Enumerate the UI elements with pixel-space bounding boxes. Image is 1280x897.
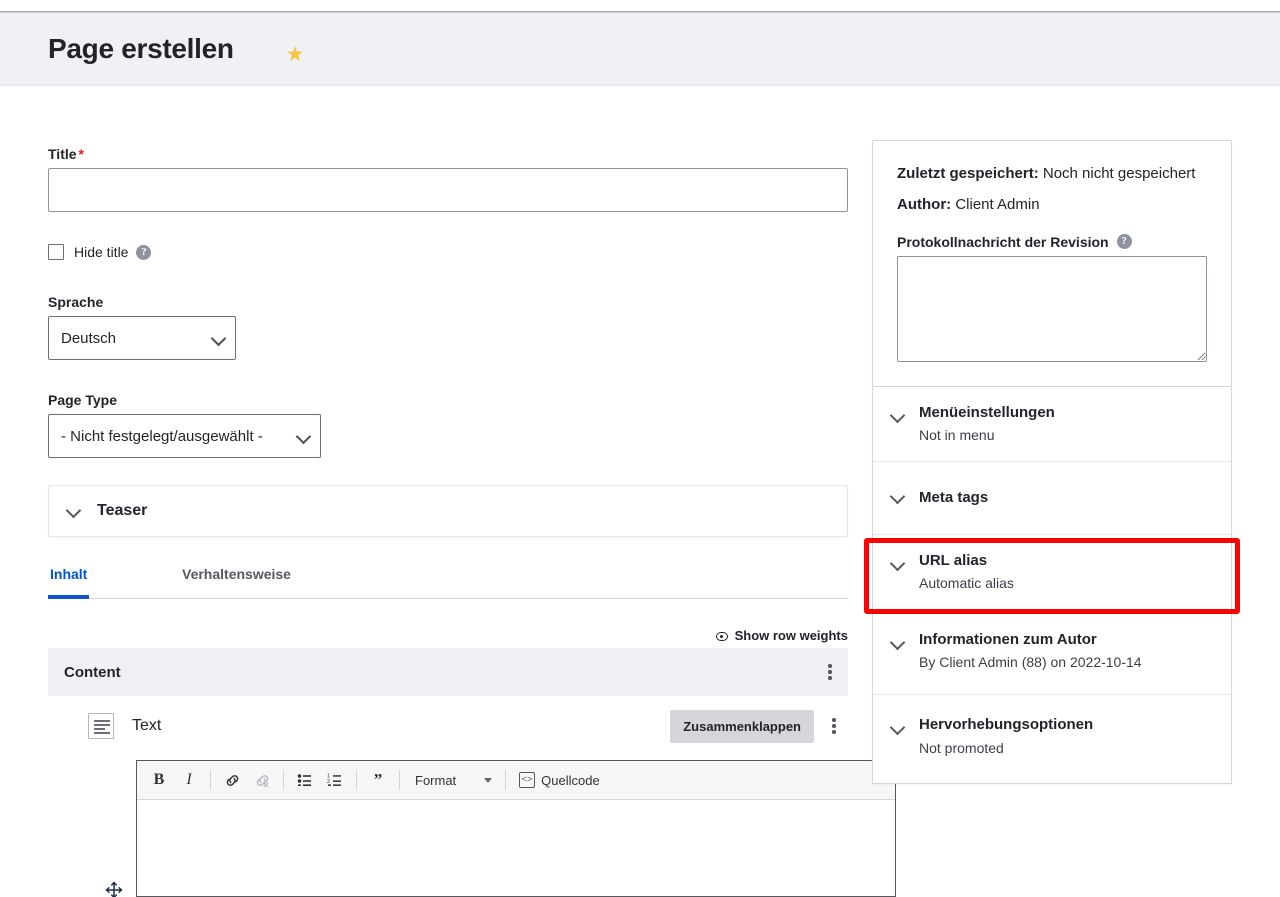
numbered-list-icon[interactable]: 1 2 <box>321 766 349 794</box>
form-tabs: Inhalt Verhaltensweise <box>48 555 848 599</box>
hide-title-checkbox[interactable] <box>48 244 64 260</box>
help-icon[interactable]: ? <box>1116 234 1132 250</box>
format-dropdown[interactable]: Format <box>407 766 498 794</box>
language-select-wrap: Deutsch <box>48 316 236 360</box>
eye-icon <box>715 631 729 641</box>
revision-log-label: Protokollnachricht der Revision <box>897 233 1109 250</box>
author-label: Author: <box>897 196 952 214</box>
revision-log-label-row: Protokollnachricht der Revision ? <box>897 234 1207 250</box>
collapse-button[interactable]: Zusammenklappen <box>670 709 814 743</box>
toolbar-separator <box>505 770 507 790</box>
page-type-select[interactable]: - Nicht festgelegt/ausgewählt - <box>48 414 321 458</box>
sidebar-item-title: Hervorhebungsoptionen <box>919 716 1094 734</box>
chevron-down-icon <box>484 777 493 783</box>
revision-log-textarea[interactable] <box>897 255 1207 362</box>
sidebar-item-title: URL alias <box>919 551 988 569</box>
tab-inhalt[interactable]: Inhalt <box>48 555 90 599</box>
sidebar-item-title: Meta tags <box>919 488 989 506</box>
toolbar-separator <box>210 770 211 790</box>
title-field-group: Title * <box>48 146 848 212</box>
page-header: Page erstellen ★ <box>0 13 1280 86</box>
star-icon[interactable]: ★ <box>284 44 306 66</box>
chevron-down-icon <box>891 721 905 735</box>
chevron-down-icon <box>891 636 905 650</box>
unlink-icon[interactable] <box>248 766 276 794</box>
sidebar-item-summary: By Client Admin (88) on 2022-10-14 <box>919 654 1142 671</box>
sidebar-item-promotion-options[interactable]: Hervorhebungsoptionen Not promoted <box>873 695 1231 784</box>
sidebar-item-author-information[interactable]: Informationen zum Autor By Client Admin … <box>873 610 1231 696</box>
cut-off-breadcrumb-strip <box>0 0 1280 11</box>
page-type-select-wrap: - Nicht festgelegt/ausgewählt - <box>48 414 321 458</box>
language-label: Sprache <box>48 294 104 310</box>
page-root: Page erstellen ★ Title * Hide title ? Spr… <box>0 0 1280 897</box>
chevron-down-icon <box>67 504 81 518</box>
page-type-label: Page Type <box>48 392 117 408</box>
blockquote-icon[interactable]: ” <box>364 766 392 794</box>
language-field-group: Sprache Deutsch <box>48 294 236 360</box>
last-saved-line: Zuletzt gespeichert: Noch nicht gespeich… <box>897 163 1207 184</box>
title-input[interactable] <box>48 168 848 212</box>
title-label-text: Title <box>48 146 77 162</box>
breadcrumb-fragment-right <box>1100 0 1103 4</box>
page-title: Page erstellen <box>48 33 234 64</box>
paragraph-type-label: Text <box>132 717 162 734</box>
bulleted-list-icon[interactable] <box>291 766 319 794</box>
sidebar-item-meta-tags[interactable]: Meta tags <box>873 461 1231 535</box>
paragraph-menu-icon[interactable] <box>832 716 836 736</box>
source-code-label: Quellcode <box>541 772 600 788</box>
last-saved-value: Noch nicht gespeichert <box>1042 165 1196 182</box>
sidebar-item-title: Informationen zum Autor <box>919 631 1097 649</box>
paragraph-row: Text Zusammenklappen <box>48 702 848 750</box>
main-content: Title * Hide title ? Sprache Deutsch Pag… <box>0 86 1280 897</box>
editor-toolbar: B I 1 2 ” Format <> Quellcode <box>137 761 895 800</box>
sidebar-item-menu-settings[interactable]: Menüeinstellungen Not in menu <box>873 386 1231 462</box>
content-section-header: Content <box>48 648 848 696</box>
chevron-down-icon <box>891 409 905 423</box>
text-paragraph-icon <box>88 713 114 739</box>
show-row-weights-label: Show row weights <box>734 628 848 643</box>
breadcrumb-fragment-left <box>80 0 83 4</box>
italic-icon[interactable]: I <box>175 766 203 794</box>
sidebar-accordion: Menüeinstellungen Not in menu Meta tags … <box>872 386 1232 785</box>
content-section-menu-icon[interactable] <box>828 662 832 682</box>
toolbar-separator <box>356 770 357 790</box>
rich-text-editor: B I 1 2 ” Format <> Quellcode <box>136 760 896 897</box>
source-code-icon: <> <box>519 772 536 788</box>
hide-title-row[interactable]: Hide title ? <box>48 244 152 260</box>
sidebar: Zuletzt gespeichert: Noch nicht gespeich… <box>872 140 1232 785</box>
page-type-field-group: Page Type - Nicht festgelegt/ausgewählt … <box>48 392 321 458</box>
title-label: Title * <box>48 146 848 162</box>
drag-handle-icon[interactable] <box>104 880 124 897</box>
author-value: Client Admin <box>955 196 1040 214</box>
link-icon[interactable] <box>218 766 246 794</box>
chevron-down-icon <box>891 490 905 504</box>
last-saved-label: Zuletzt gespeichert: <box>897 165 1039 182</box>
teaser-label: Teaser <box>97 502 148 519</box>
sidebar-item-summary: Not in menu <box>919 426 995 443</box>
toolbar-separator <box>283 770 284 790</box>
author-line: Author: Client Admin <box>897 194 1207 215</box>
help-icon[interactable]: ? <box>136 244 152 260</box>
format-dropdown-label: Format <box>415 772 457 788</box>
teaser-accordion[interactable]: Teaser <box>48 485 848 537</box>
node-meta-card: Zuletzt gespeichert: Noch nicht gespeich… <box>872 140 1232 387</box>
required-asterisk: * <box>78 146 84 162</box>
content-section-title: Content <box>64 663 121 681</box>
chevron-down-icon <box>891 557 905 571</box>
toolbar-separator <box>399 770 400 790</box>
source-code-button[interactable]: <> Quellcode <box>513 766 606 794</box>
language-select[interactable]: Deutsch <box>48 316 236 360</box>
sidebar-item-summary: Automatic alias <box>919 575 1014 592</box>
bold-icon[interactable]: B <box>145 766 173 794</box>
sidebar-item-url-alias[interactable]: URL alias Automatic alias <box>873 534 1231 611</box>
sidebar-item-summary: Not promoted <box>919 739 1004 756</box>
editor-body[interactable] <box>137 800 895 896</box>
hide-title-label: Hide title <box>74 244 129 260</box>
tab-verhaltensweise[interactable]: Verhaltensweise <box>180 555 293 599</box>
svg-text:2: 2 <box>327 779 330 785</box>
sidebar-item-title: Menüeinstellungen <box>919 403 1055 421</box>
show-row-weights-link[interactable]: Show row weights <box>715 628 848 643</box>
